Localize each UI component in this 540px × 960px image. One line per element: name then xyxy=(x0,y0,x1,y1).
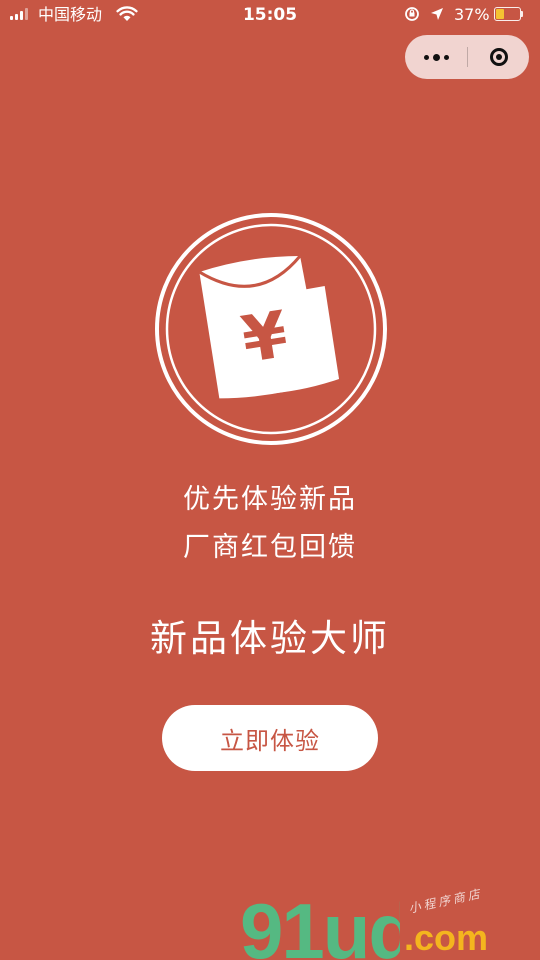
status-bar: 中国移动 15:05 37% xyxy=(0,0,540,30)
location-arrow-icon xyxy=(431,8,443,20)
capsule-menu xyxy=(405,35,529,79)
orientation-lock-icon xyxy=(405,7,419,21)
tagline-second: 厂商红包回馈 xyxy=(183,532,357,563)
battery-percent: 37% xyxy=(454,5,490,24)
watermark-logo-text: 91ud xyxy=(240,887,400,960)
close-target-icon[interactable] xyxy=(468,35,529,79)
red-envelope-icon: ¥ xyxy=(155,213,387,445)
page-title: 新品体验大师 xyxy=(150,617,390,660)
more-dots-icon[interactable] xyxy=(405,35,467,79)
battery-icon xyxy=(494,7,524,21)
watermark-logo: 91ud xyxy=(240,887,400,960)
watermark-tagline: 小程序商店 xyxy=(407,886,484,916)
watermark-domain: .com xyxy=(404,917,489,958)
try-now-button[interactable]: 立即体验 xyxy=(162,705,378,771)
tagline-first: 优先体验新品 xyxy=(183,484,357,515)
